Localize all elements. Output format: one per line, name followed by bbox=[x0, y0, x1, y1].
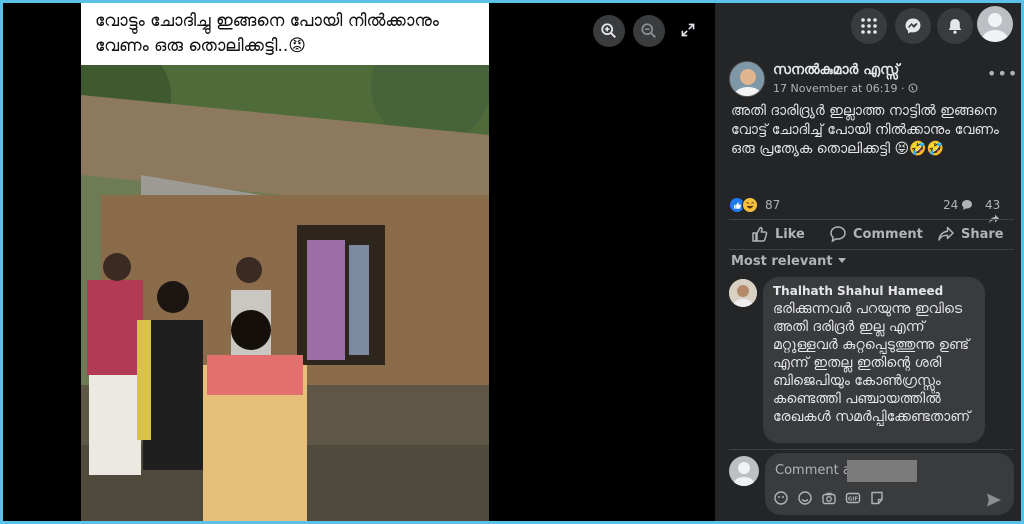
zoom-in-icon[interactable] bbox=[593, 15, 625, 47]
comment-sort-label: Most relevant bbox=[731, 254, 833, 269]
photo-viewer: വോട്ടും ചോദിച്ചു ഇങ്ങനെ പോയി നിൽക്കാനും … bbox=[3, 3, 715, 521]
like-icon bbox=[752, 226, 768, 242]
comment-sort-dropdown[interactable]: Most relevant bbox=[731, 254, 846, 269]
comment-bubble: Thalhath Shahul Hameed ഭരിക്കുന്നവർ പറയു… bbox=[763, 277, 985, 443]
avatar-sticker-icon[interactable] bbox=[773, 490, 789, 506]
comment-label: Comment bbox=[853, 226, 923, 242]
share-label: Share bbox=[961, 226, 1004, 242]
like-label: Like bbox=[775, 226, 805, 242]
post-header: സനൽകുമാർ എസ്സ് 17 November at 06:19 · ••… bbox=[729, 61, 1017, 101]
comment-text: ഭരിക്കുന്നവർ പറയുന്നു ഇവിടെ അതി ദരിദ്രർ … bbox=[773, 301, 971, 425]
comment-composer: Comment as GIF bbox=[729, 453, 1014, 515]
messenger-icon[interactable] bbox=[895, 8, 931, 44]
post-meta: 17 November at 06:19 · bbox=[773, 82, 918, 95]
share-count-value: 43 bbox=[985, 198, 1001, 212]
share-button[interactable]: Share bbox=[937, 222, 1004, 246]
top-bar bbox=[715, 3, 1021, 49]
comment-input-placeholder: Comment as bbox=[775, 463, 858, 478]
divider-compose bbox=[729, 449, 1014, 450]
globe-privacy-icon bbox=[908, 82, 918, 95]
zoom-out-icon[interactable] bbox=[633, 15, 665, 47]
composer-tools: GIF bbox=[773, 490, 885, 510]
notifications-bell-icon[interactable] bbox=[937, 8, 973, 44]
haha-reaction-icon bbox=[742, 197, 758, 213]
gif-icon[interactable]: GIF bbox=[845, 490, 861, 506]
like-button[interactable]: Like bbox=[751, 222, 805, 246]
post-timestamp[interactable]: 17 November at 06:19 bbox=[773, 82, 897, 95]
comment-count-value: 24 bbox=[943, 198, 959, 212]
post-body-text: അതി ദാരിദ്ര്യർ ഇല്ലാത്ത നാട്ടിൽ ഇങ്ങനെ വ… bbox=[731, 103, 999, 157]
comment-input[interactable]: Comment as GIF bbox=[765, 453, 1014, 515]
commenter-name[interactable]: Thalhath Shahul Hameed bbox=[773, 284, 975, 298]
photo-caption-text: വോട്ടും ചോദിച്ചു ഇങ്ങനെ പോയി നിൽക്കാനും … bbox=[95, 11, 439, 56]
camera-icon[interactable] bbox=[821, 490, 837, 506]
menu-grid-icon[interactable] bbox=[851, 8, 887, 44]
post-actions: Like Comment Share bbox=[729, 222, 1014, 246]
post-photo[interactable]: വോട്ടും ചോദിച്ചു ഇങ്ങനെ പോയി നിൽക്കാനും … bbox=[81, 3, 489, 521]
reaction-count[interactable]: 87 bbox=[765, 198, 780, 212]
comment-icon bbox=[830, 226, 846, 243]
comment-item: Thalhath Shahul Hameed ഭരിക്കുന്നവർ പറയു… bbox=[729, 277, 1014, 447]
divider-top bbox=[729, 219, 1014, 220]
account-avatar[interactable] bbox=[977, 6, 1013, 42]
redacted-username bbox=[847, 460, 917, 482]
screenshot-frame: വോട്ടും ചോദിച്ചു ഇങ്ങനെ പോയി നിൽക്കാനും … bbox=[3, 3, 1021, 521]
meta-separator: · bbox=[900, 82, 905, 95]
reactions-summary: 87 24 43 bbox=[729, 196, 1014, 224]
share-icon bbox=[938, 226, 954, 241]
sticker-icon[interactable] bbox=[869, 490, 885, 506]
post-author-name[interactable]: സനൽകുമാർ എസ്സ് bbox=[773, 62, 899, 78]
author-avatar[interactable] bbox=[729, 61, 765, 97]
comment-button[interactable]: Comment bbox=[829, 222, 923, 246]
emoji-icon[interactable] bbox=[797, 490, 813, 506]
expand-icon[interactable] bbox=[677, 19, 699, 41]
chevron-down-icon bbox=[837, 258, 846, 263]
comment-count[interactable]: 24 bbox=[943, 198, 973, 212]
photo-scene-image bbox=[81, 65, 489, 521]
post-side-panel: സനൽകുമാർ എസ്സ് 17 November at 06:19 · ••… bbox=[715, 3, 1021, 521]
reaction-icons[interactable] bbox=[729, 197, 765, 215]
more-options-icon[interactable]: ••• bbox=[987, 66, 1017, 87]
commenter-avatar[interactable] bbox=[729, 279, 757, 307]
composer-avatar bbox=[729, 456, 759, 486]
divider-bottom bbox=[729, 249, 1014, 250]
send-icon[interactable] bbox=[985, 491, 1003, 509]
comment-bubble-icon bbox=[962, 200, 973, 210]
svg-text:GIF: GIF bbox=[848, 497, 859, 503]
